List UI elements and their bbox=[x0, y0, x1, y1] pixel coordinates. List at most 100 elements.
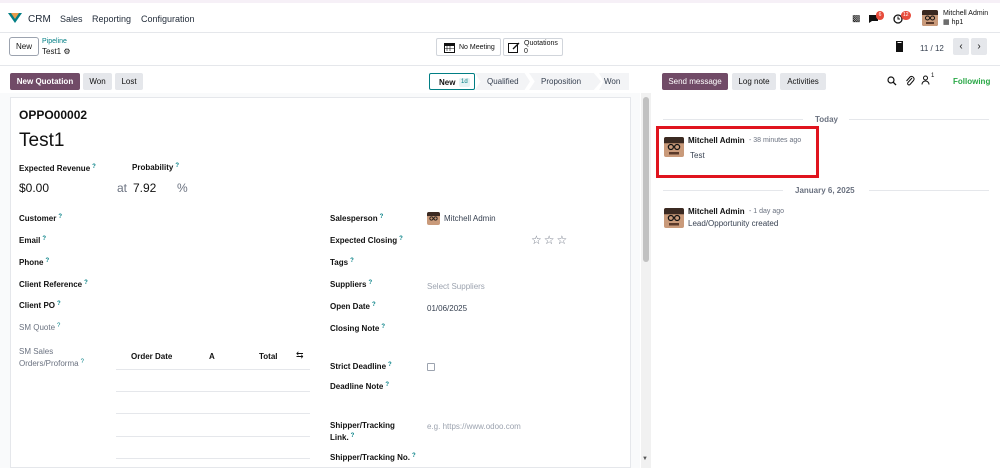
user-avatar[interactable] bbox=[922, 10, 938, 26]
help-icon[interactable]: ? bbox=[175, 163, 179, 169]
separator-line bbox=[849, 119, 989, 120]
help-icon[interactable]: ? bbox=[381, 324, 385, 330]
lost-button[interactable]: Lost bbox=[115, 73, 143, 90]
date-separator: January 6, 2025 bbox=[795, 186, 855, 195]
email-input[interactable] bbox=[116, 234, 310, 248]
followers-icon[interactable] bbox=[921, 75, 930, 87]
optional-columns-toggle-icon[interactable]: ⇆ bbox=[296, 350, 304, 361]
deadline-note-text: Deadline Note bbox=[330, 382, 384, 391]
client-reference-label: Client Reference? bbox=[19, 280, 88, 289]
open-date-text: Open Date bbox=[330, 302, 371, 311]
column-a[interactable]: A bbox=[209, 352, 215, 361]
log-note-button[interactable]: Log note bbox=[732, 73, 776, 90]
search-icon[interactable] bbox=[887, 76, 897, 88]
sm-quote-text: SM Quote bbox=[19, 323, 56, 332]
help-icon[interactable]: ? bbox=[372, 302, 376, 308]
stage-qualified[interactable]: Qualified bbox=[475, 73, 530, 90]
stage-duration-badge: 1d bbox=[459, 78, 470, 87]
user-name[interactable]: Mitchell Admin bbox=[943, 10, 988, 17]
activities-button[interactable]: Activities bbox=[780, 73, 826, 90]
shipper-link-label-2: Link.? bbox=[330, 433, 354, 442]
gear-icon[interactable]: ⚙ bbox=[63, 47, 70, 56]
closing-note-input[interactable] bbox=[427, 322, 617, 336]
suppliers-input[interactable]: Select Suppliers bbox=[427, 282, 485, 291]
pager-next-button[interactable]: › bbox=[971, 38, 987, 55]
help-icon[interactable]: ? bbox=[388, 362, 392, 368]
stage-won[interactable]: Won bbox=[599, 73, 629, 90]
scroll-down-icon[interactable]: ▼ bbox=[642, 456, 648, 462]
app-name[interactable]: CRM bbox=[28, 14, 51, 25]
help-icon[interactable]: ? bbox=[81, 359, 84, 365]
attachment-book-icon[interactable] bbox=[896, 41, 904, 55]
pager-previous-button[interactable]: ‹ bbox=[953, 38, 969, 55]
salesperson-label: Salesperson? bbox=[330, 214, 383, 223]
table-row bbox=[116, 391, 310, 392]
shipper-link-text: Link. bbox=[330, 433, 349, 442]
probability-value[interactable]: 7.92 bbox=[133, 181, 156, 195]
new-record-button[interactable]: New bbox=[9, 37, 39, 56]
messages-icon[interactable]: 6 bbox=[868, 11, 886, 25]
breadcrumb-pipeline[interactable]: Pipeline bbox=[42, 38, 67, 45]
help-icon[interactable]: ? bbox=[92, 164, 96, 170]
send-message-button[interactable]: Send message bbox=[662, 73, 728, 90]
menu-configuration[interactable]: Configuration bbox=[141, 14, 195, 24]
message-author[interactable]: Mitchell Admin bbox=[688, 207, 745, 216]
column-total[interactable]: Total bbox=[259, 352, 278, 361]
help-icon[interactable]: ? bbox=[351, 433, 355, 439]
shipper-link-input[interactable]: e.g. https://www.odoo.com bbox=[427, 422, 521, 431]
closing-note-text: Closing Note bbox=[330, 324, 380, 333]
help-icon[interactable]: ? bbox=[57, 301, 61, 307]
opportunity-title[interactable]: Test1 bbox=[19, 130, 64, 152]
message-avatar[interactable] bbox=[664, 208, 684, 228]
client-po-input[interactable] bbox=[116, 299, 310, 313]
help-icon[interactable]: ? bbox=[57, 323, 60, 329]
suppliers-label: Suppliers? bbox=[330, 280, 372, 289]
help-icon[interactable]: ? bbox=[412, 453, 416, 459]
quotations-smart-button[interactable]: Quotations 0 bbox=[503, 38, 563, 56]
separator-line bbox=[663, 119, 803, 120]
paperclip-icon[interactable] bbox=[905, 75, 915, 88]
phone-input[interactable] bbox=[116, 256, 310, 270]
expected-revenue-value[interactable]: $0.00 bbox=[19, 181, 49, 195]
tags-input[interactable] bbox=[427, 256, 617, 270]
help-icon[interactable]: ? bbox=[368, 280, 372, 286]
client-reference-input[interactable] bbox=[116, 278, 310, 292]
help-icon[interactable]: ? bbox=[84, 280, 88, 286]
customer-input[interactable] bbox=[116, 212, 310, 226]
chevron-left-icon: ‹ bbox=[959, 41, 963, 52]
stage-new[interactable]: New 1d bbox=[429, 73, 475, 90]
stage-proposition-label: Proposition bbox=[541, 77, 582, 86]
expected-closing-input[interactable] bbox=[427, 234, 527, 248]
help-icon[interactable]: ? bbox=[350, 258, 354, 264]
gift-icon[interactable]: ▩ bbox=[852, 13, 861, 24]
following-button[interactable]: Following bbox=[953, 77, 990, 86]
open-date-label: Open Date? bbox=[330, 302, 376, 311]
client-po-label: Client PO? bbox=[19, 301, 61, 310]
scrollbar-thumb[interactable] bbox=[643, 97, 649, 262]
open-date-value[interactable]: 01/06/2025 bbox=[427, 304, 467, 313]
help-icon[interactable]: ? bbox=[399, 236, 403, 242]
menu-sales[interactable]: Sales bbox=[60, 14, 83, 24]
separator-line bbox=[869, 190, 989, 191]
help-icon[interactable]: ? bbox=[380, 214, 384, 220]
help-icon[interactable]: ? bbox=[45, 258, 49, 264]
deadline-note-input[interactable] bbox=[427, 380, 617, 394]
won-button[interactable]: Won bbox=[83, 73, 112, 90]
new-quotation-button[interactable]: New Quotation bbox=[10, 73, 80, 90]
strict-deadline-checkbox[interactable] bbox=[427, 363, 435, 371]
help-icon[interactable]: ? bbox=[42, 236, 46, 242]
activities-clock-icon[interactable]: 12 bbox=[893, 11, 915, 25]
menu-reporting[interactable]: Reporting bbox=[92, 14, 131, 24]
help-icon[interactable]: ? bbox=[385, 382, 389, 388]
sm-sales-label-1: SM Sales bbox=[19, 347, 54, 356]
priority-stars-icon[interactable]: ☆☆☆ bbox=[531, 233, 569, 247]
chevron-right-icon: › bbox=[977, 41, 981, 52]
meetings-smart-button[interactable]: No Meeting bbox=[436, 38, 501, 56]
column-order-date[interactable]: Order Date bbox=[131, 352, 172, 361]
crm-app-icon[interactable] bbox=[8, 13, 22, 23]
message-body: Lead/Opportunity created bbox=[688, 219, 779, 228]
stage-proposition[interactable]: Proposition bbox=[529, 73, 601, 90]
pager-value[interactable]: 11 / 12 bbox=[920, 44, 944, 53]
help-icon[interactable]: ? bbox=[58, 214, 62, 220]
salesperson-value[interactable]: Mitchell Admin bbox=[444, 214, 496, 223]
